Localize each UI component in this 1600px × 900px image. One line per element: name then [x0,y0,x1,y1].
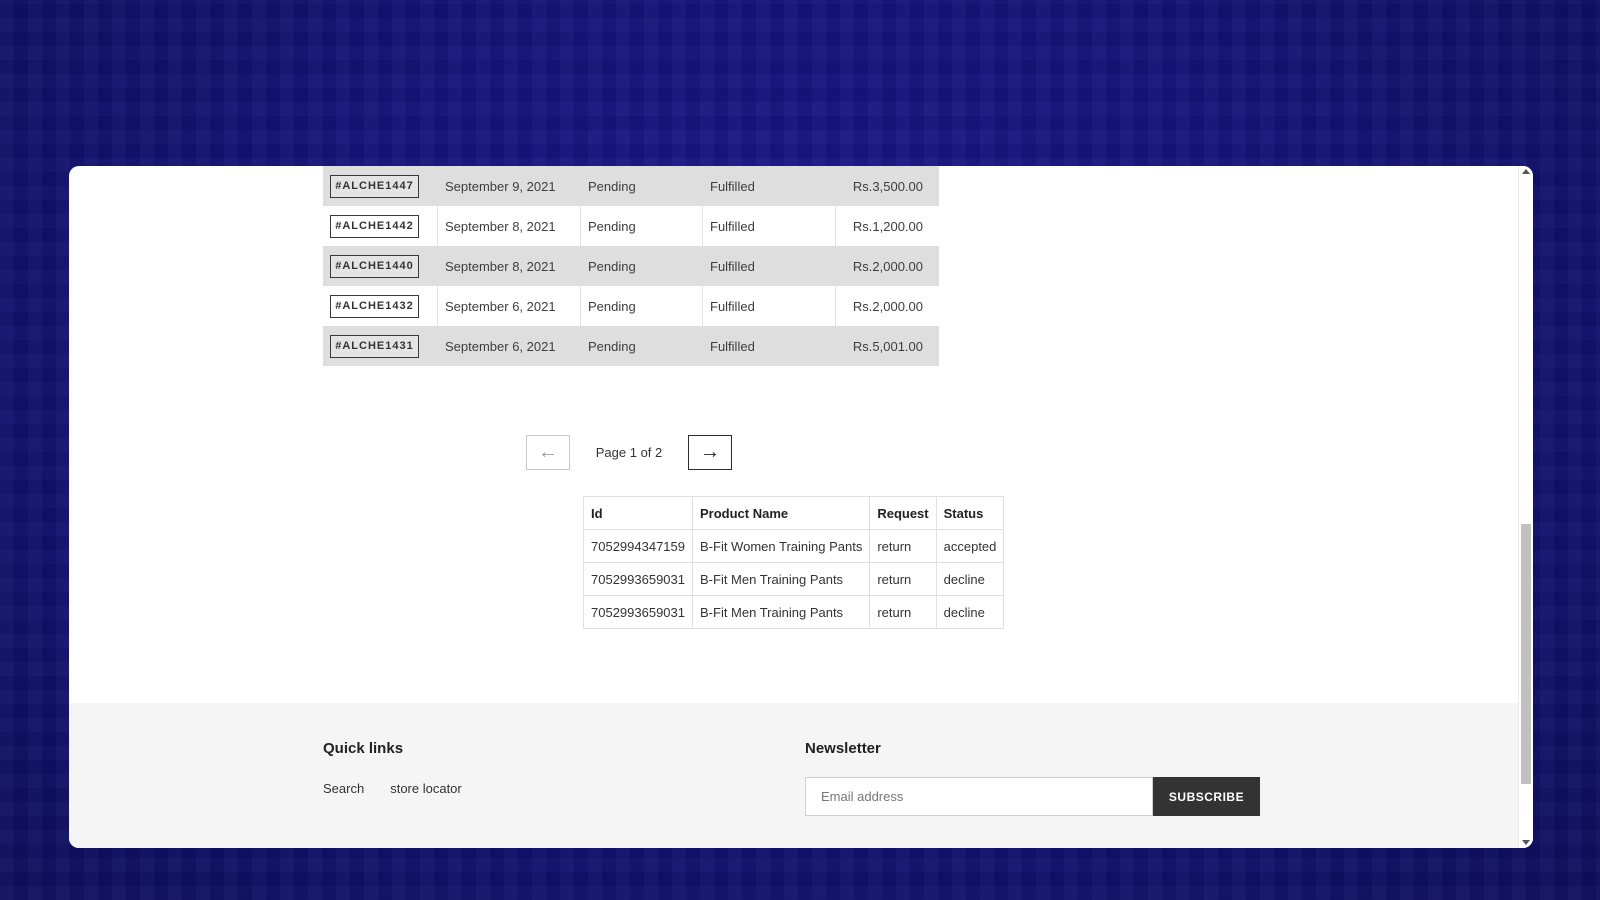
product-name: B-Fit Women Training Pants [691,529,871,563]
site-footer: Quick links Search store locator Newslet… [69,703,1519,848]
arrow-left-icon: ← [538,441,558,463]
request-type: return [869,529,937,563]
payment-status: Pending [580,326,703,366]
order-row: #ALCHE1442 September 8, 2021 Pending Ful… [323,206,939,246]
subscribe-button[interactable]: SUBSCRIBE [1153,777,1260,816]
scroll-down-arrow-icon[interactable] [1522,840,1530,845]
returns-header-row: Id Product Name Request Status [583,496,1005,530]
browser-page: #ALCHE1447 September 9, 2021 Pending Ful… [69,166,1533,848]
quick-links: Search store locator [323,781,462,796]
payment-status: Pending [580,286,703,326]
return-id: 7052993659031 [583,562,693,596]
request-type: return [869,595,937,629]
fulfillment-status: Fulfilled [702,166,836,206]
column-header-product-name: Product Name [691,496,871,530]
order-number-link[interactable]: #ALCHE1447 [330,174,419,198]
order-total: Rs.2,000.00 [835,286,939,326]
email-field[interactable] [805,777,1153,816]
column-header-request: Request [869,496,937,530]
product-name: B-Fit Men Training Pants [691,562,871,596]
column-header-status: Status [935,496,1005,530]
order-number-link[interactable]: #ALCHE1432 [330,294,419,318]
order-date: September 8, 2021 [437,246,581,286]
table-row: 7052993659031 B-Fit Men Training Pants r… [583,595,1005,629]
order-number-link[interactable]: #ALCHE1431 [330,334,419,358]
search-link[interactable]: Search [323,781,364,796]
request-type: return [869,562,937,596]
order-date: September 9, 2021 [437,166,581,206]
newsletter-title: Newsletter [805,740,881,757]
previous-page-button[interactable]: ← [526,435,570,470]
payment-status: Pending [580,166,703,206]
vertical-scrollbar[interactable] [1518,166,1533,848]
page-indicator: Page 1 of 2 [595,445,663,460]
order-total: Rs.2,000.00 [835,246,939,286]
order-number-link[interactable]: #ALCHE1440 [330,254,419,278]
arrow-right-icon: → [700,441,720,463]
order-total: Rs.5,001.00 [835,326,939,366]
product-name: B-Fit Men Training Pants [691,595,871,629]
scroll-thumb[interactable] [1521,524,1531,784]
returns-table: Id Product Name Request Status 705299434… [583,496,1005,629]
order-date: September 6, 2021 [437,286,581,326]
quick-links-title: Quick links [323,740,404,757]
order-total: Rs.3,500.00 [835,166,939,206]
order-total: Rs.1,200.00 [835,206,939,246]
order-row: #ALCHE1431 September 6, 2021 Pending Ful… [323,326,939,366]
fulfillment-status: Fulfilled [702,246,836,286]
order-date: September 6, 2021 [437,326,581,366]
fulfillment-status: Fulfilled [702,326,836,366]
store-locator-link[interactable]: store locator [390,781,462,796]
order-row: #ALCHE1440 September 8, 2021 Pending Ful… [323,246,939,286]
return-id: 7052994347159 [583,529,693,563]
order-row: #ALCHE1432 September 6, 2021 Pending Ful… [323,286,939,326]
order-number-link[interactable]: #ALCHE1442 [330,214,419,238]
fulfillment-status: Fulfilled [702,286,836,326]
column-header-id: Id [583,496,693,530]
newsletter-form: SUBSCRIBE [805,777,1260,816]
order-date: September 8, 2021 [437,206,581,246]
payment-status: Pending [580,206,703,246]
order-row: #ALCHE1447 September 9, 2021 Pending Ful… [323,166,939,206]
table-row: 7052993659031 B-Fit Men Training Pants r… [583,562,1005,596]
pagination: ← Page 1 of 2 → [526,434,732,471]
request-status: decline [935,562,1005,596]
request-status: decline [935,595,1005,629]
orders-table: #ALCHE1447 September 9, 2021 Pending Ful… [323,166,939,366]
scroll-up-arrow-icon[interactable] [1522,169,1530,174]
fulfillment-status: Fulfilled [702,206,836,246]
return-id: 7052993659031 [583,595,693,629]
next-page-button[interactable]: → [688,435,732,470]
payment-status: Pending [580,246,703,286]
request-status: accepted [935,529,1005,563]
table-row: 7052994347159 B-Fit Women Training Pants… [583,529,1005,563]
